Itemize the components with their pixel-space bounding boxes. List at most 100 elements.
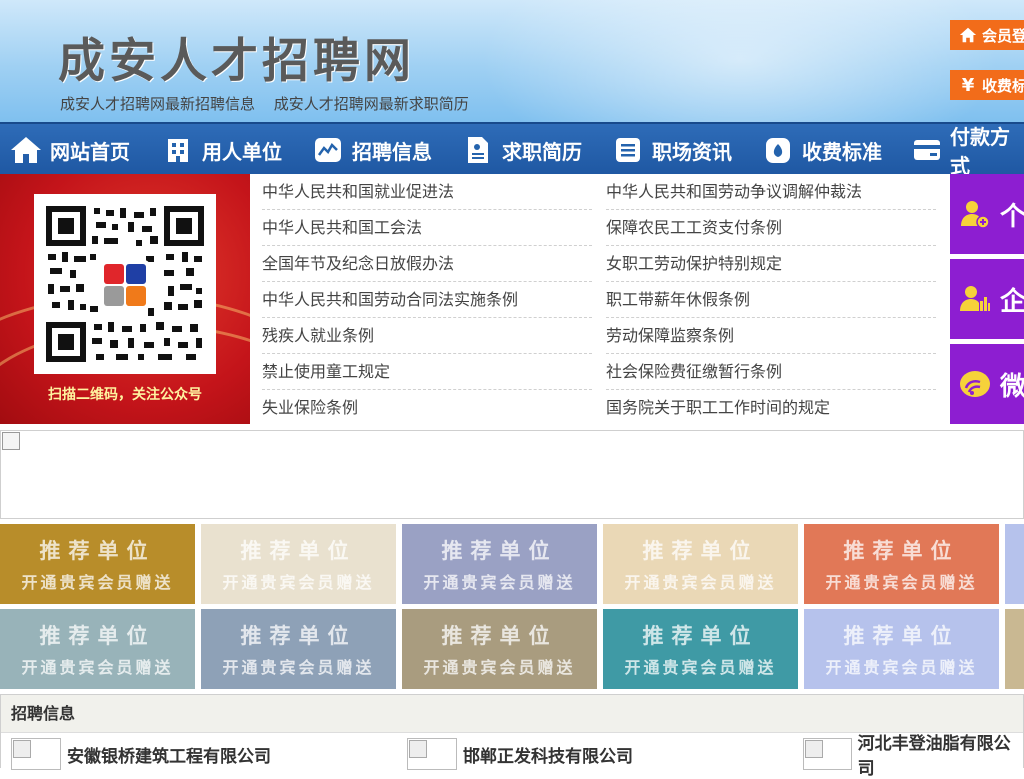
recommended-tile[interactable]: 推荐单位开通贵宾会员赠送 — [603, 524, 798, 604]
tile-title: 推荐单位 — [441, 539, 558, 563]
recommended-tile[interactable]: 推荐单位开通贵宾会员赠送 — [0, 524, 195, 604]
recommended-tile-partial[interactable] — [1005, 524, 1024, 604]
tile-subtitle: 开通贵宾会员赠送 — [21, 573, 174, 592]
nav-item-employers[interactable]: 用人单位 — [162, 124, 282, 176]
person-add-icon — [958, 197, 992, 231]
company-item[interactable]: 安徽银桥建筑工程有限公司 — [11, 737, 271, 771]
law-link[interactable]: 劳动保障监察条例 — [606, 318, 936, 354]
side-button-label: 微 — [1000, 371, 1024, 402]
main-nav: 网站首页 用人单位 招聘信息 求职简历 职场资讯 收费标准 付款方式 — [0, 122, 1024, 178]
tile-title: 推荐单位 — [441, 624, 558, 648]
recommended-tile[interactable]: 推荐单位 开通贵宾会员赠送 — [402, 609, 597, 689]
tile-title: 推荐单位 — [843, 624, 960, 648]
list-icon — [612, 134, 644, 166]
tile-subtitle: 开通贵宾会员赠送 — [825, 573, 978, 592]
nav-item-jobs[interactable]: 招聘信息 — [312, 124, 432, 176]
law-link[interactable]: 职工带薪年休假条例 — [606, 282, 936, 318]
personal-register-button[interactable]: 个 — [950, 174, 1024, 254]
law-link[interactable]: 中华人民共和国劳动合同法实施条例 — [262, 282, 592, 318]
qr-code — [34, 194, 216, 374]
latest-jobs-link[interactable]: 成安人才招聘网最新招聘信息 — [60, 95, 255, 113]
tile-subtitle: 开通贵宾会员赠送 — [624, 658, 777, 677]
recommended-tile[interactable]: 推荐单位开通贵宾会员赠送 — [201, 609, 396, 689]
nav-label: 招聘信息 — [352, 139, 432, 164]
tile-title: 推荐单位 — [240, 539, 357, 563]
tile-title: 推荐单位 — [240, 624, 357, 648]
header-glow — [480, 0, 1000, 122]
tile-subtitle: 开通贵宾会员赠送 — [222, 658, 375, 677]
member-login-button[interactable]: 会员登 — [950, 20, 1024, 50]
law-link[interactable]: 禁止使用童工规定 — [262, 354, 592, 390]
laws-list: 中华人民共和国就业促进法 中华人民共和国劳动争议调解仲裁法 中华人民共和国工会法… — [262, 174, 937, 426]
nav-label: 用人单位 — [202, 139, 282, 164]
tile-subtitle: 开通贵宾会员赠送 — [624, 573, 777, 592]
nav-label: 收费标准 — [802, 139, 882, 164]
law-link[interactable]: 中华人民共和国劳动争议调解仲裁法 — [606, 174, 936, 210]
tile-subtitle: 开通贵宾会员赠送 — [21, 658, 174, 677]
recommended-tile-partial[interactable] — [1005, 609, 1024, 689]
recruit-section: 招聘信息 安徽银桥建筑工程有限公司 邯郸正发科技有限公司 河北丰登油脂有限公司 — [0, 694, 1024, 779]
qr-caption: 扫描二维码，关注公众号 — [48, 387, 202, 403]
header: 成安人才招聘网 成安人才招聘网最新招聘信息 成安人才招聘网最新求职简历 会员登 … — [0, 0, 1024, 122]
law-link[interactable]: 女职工劳动保护特别规定 — [606, 246, 936, 282]
law-link[interactable]: 中华人民共和国就业促进法 — [262, 174, 592, 210]
latest-resumes-link[interactable]: 成安人才招聘网最新求职简历 — [274, 95, 469, 113]
nav-label: 付款方式 — [950, 125, 1010, 178]
law-link[interactable]: 失业保险条例 — [262, 390, 592, 426]
nav-item-resumes[interactable]: 求职简历 — [462, 124, 582, 176]
recommended-tile[interactable]: 推荐单位 开通贵宾会员赠送 — [0, 609, 195, 689]
wechat-button[interactable]: 微 — [950, 344, 1024, 424]
law-link[interactable]: 保障农民工工资支付条例 — [606, 210, 936, 246]
nav-label: 职场资讯 — [652, 139, 732, 164]
fee-standard-button[interactable]: ¥ 收费标 — [950, 70, 1024, 100]
law-link[interactable]: 国务院关于职工工作时间的规定 — [606, 390, 936, 426]
header-sub-links: 成安人才招聘网最新招聘信息 成安人才招聘网最新求职简历 — [60, 93, 483, 114]
tile-subtitle: 开通贵宾会员赠送 — [423, 573, 576, 592]
tile-subtitle: 开通贵宾会员赠送 — [825, 658, 978, 677]
law-link[interactable]: 社会保险费征缴暂行条例 — [606, 354, 936, 390]
company-logo — [803, 738, 852, 770]
tile-title: 推荐单位 — [642, 624, 759, 648]
company-name: 安徽银桥建筑工程有限公司 — [67, 746, 271, 767]
member-login-label: 会员登 — [982, 26, 1024, 45]
recommended-tile[interactable]: 推荐单位 开通贵宾会员赠送 — [804, 524, 999, 604]
enterprise-icon — [958, 282, 992, 316]
recommended-tile[interactable]: 推荐单位开通贵宾会员赠送 — [402, 524, 597, 604]
recommended-tile[interactable]: 推荐单位开通贵宾会员赠送 — [603, 609, 798, 689]
law-link[interactable]: 残疾人就业条例 — [262, 318, 592, 354]
banner-ad[interactable] — [0, 430, 1024, 519]
money-bag-icon — [762, 134, 794, 166]
company-name: 邯郸正发科技有限公司 — [463, 746, 633, 767]
side-button-label: 企 — [1000, 286, 1024, 317]
company-item[interactable]: 河北丰登油脂有限公司 — [803, 734, 1023, 779]
recommended-tile[interactable]: 推荐单位开通贵宾会员赠送 — [804, 609, 999, 689]
qr-code-icon — [46, 206, 204, 362]
recommended-tile[interactable]: 推荐单位开通贵宾会员赠送 — [201, 524, 396, 604]
fee-standard-label: 收费标 — [982, 76, 1024, 95]
home-icon — [958, 25, 978, 45]
company-logo — [407, 738, 457, 770]
law-link[interactable]: 中华人民共和国工会法 — [262, 210, 592, 246]
nav-item-news[interactable]: 职场资讯 — [612, 124, 732, 176]
nav-item-home[interactable]: 网站首页 — [10, 124, 130, 176]
site-title: 成安人才招聘网 — [58, 34, 415, 89]
company-name: 河北丰登油脂有限公司 — [857, 734, 1011, 779]
chart-icon — [312, 134, 344, 166]
company-item[interactable]: 邯郸正发科技有限公司 — [407, 737, 633, 771]
recruit-heading: 招聘信息 — [1, 695, 1023, 733]
enterprise-register-button[interactable]: 企 — [950, 259, 1024, 339]
nav-item-fees[interactable]: 收费标准 — [762, 124, 882, 176]
wechat-icon — [958, 367, 992, 401]
home-icon — [10, 134, 42, 166]
document-icon — [462, 134, 494, 166]
card-icon — [912, 134, 942, 166]
side-button-label: 个 — [1000, 201, 1024, 232]
nav-label: 求职简历 — [502, 139, 582, 164]
tile-title: 推荐单位 — [642, 539, 759, 563]
tile-title: 推荐单位 — [39, 539, 156, 563]
qr-promo: 扫描二维码，关注公众号 — [0, 174, 250, 424]
law-link[interactable]: 全国年节及纪念日放假办法 — [262, 246, 592, 282]
tile-subtitle: 开通贵宾会员赠送 — [222, 573, 375, 592]
nav-item-payment[interactable]: 付款方式 — [912, 124, 1024, 178]
yen-icon: ¥ — [961, 74, 975, 96]
